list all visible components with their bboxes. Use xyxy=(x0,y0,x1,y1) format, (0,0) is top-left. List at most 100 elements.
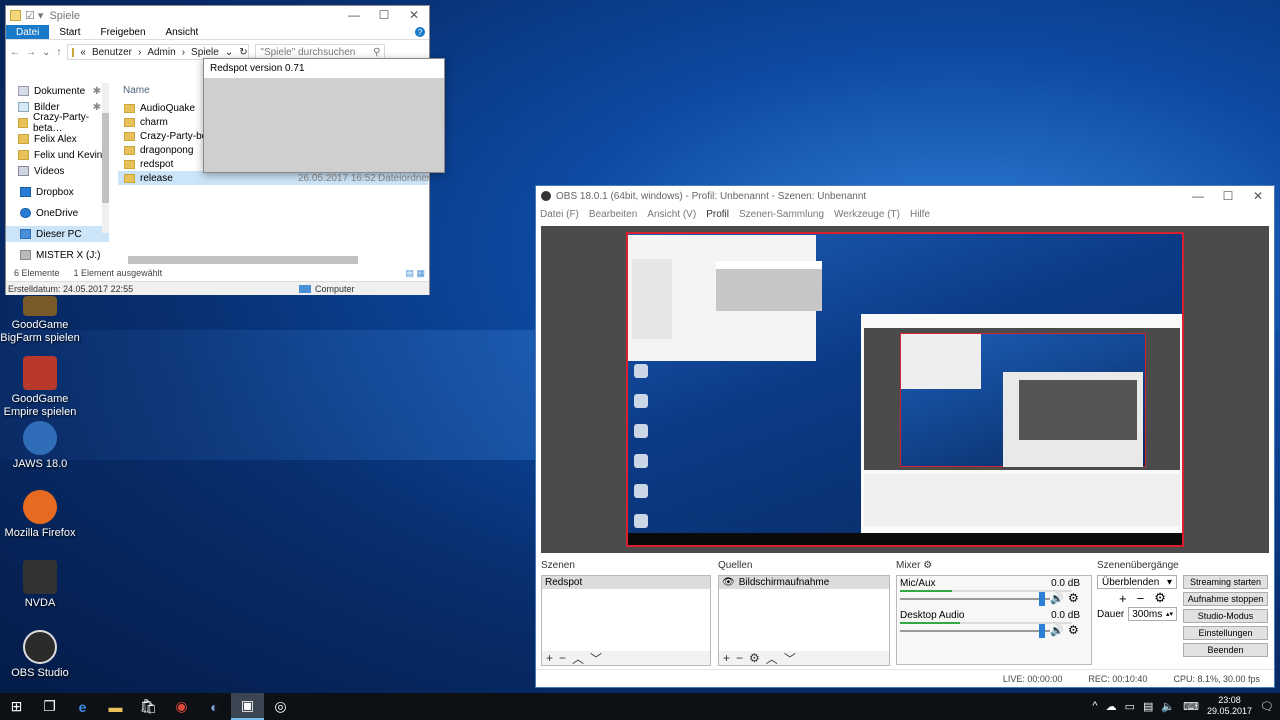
nav-item-crazy-party[interactable]: Crazy-Party-beta… xyxy=(6,112,109,134)
view-toggle-icons[interactable]: ▤ ▦ xyxy=(405,268,425,279)
speaker-icon[interactable]: 🔊 xyxy=(1050,624,1064,637)
minimize-icon[interactable]: — xyxy=(340,8,368,22)
close-icon[interactable]: ✕ xyxy=(400,8,428,22)
navigation-scrollbar[interactable] xyxy=(102,83,109,233)
obs-titlebar[interactable]: OBS 18.0.1 (64bit, windows) - Profil: Un… xyxy=(536,186,1274,206)
add-icon[interactable]: + xyxy=(723,651,730,665)
explorer-titlebar[interactable]: ☑ ▾ Spiele — ☐ ✕ xyxy=(6,6,429,25)
settings-button[interactable]: Einstellungen xyxy=(1183,626,1268,640)
chevron-down-icon[interactable]: ⌄ xyxy=(225,47,233,58)
menu-bearbeiten[interactable]: Bearbeiten xyxy=(589,209,637,220)
breadcrumb-overflow[interactable]: « xyxy=(80,47,86,58)
move-down-icon[interactable]: ﹀ xyxy=(590,650,602,667)
nav-item-onedrive[interactable]: OneDrive xyxy=(6,205,109,221)
scrollbar-thumb[interactable] xyxy=(102,113,109,203)
nav-item-dokumente[interactable]: Dokumente ✱ xyxy=(6,83,109,99)
nav-item-dropbox[interactable]: Dropbox xyxy=(6,184,109,200)
menu-hilfe[interactable]: Hilfe xyxy=(910,209,930,220)
tab-start[interactable]: Start xyxy=(49,25,90,39)
volume-icon[interactable]: 🔈 xyxy=(1161,700,1175,713)
taskbar-jaws[interactable]: ◐ xyxy=(198,693,231,720)
taskbar-explorer[interactable]: ▬ xyxy=(99,693,132,720)
duration-input[interactable]: 300ms ▴▾ xyxy=(1128,607,1177,621)
gear-icon[interactable]: ⚙ xyxy=(1068,591,1079,605)
keyboard-icon[interactable]: ⌨ xyxy=(1183,700,1199,713)
back-arrow-icon[interactable]: ← xyxy=(10,47,20,58)
recent-locations-icon[interactable]: ⌄ xyxy=(42,47,50,58)
gear-icon[interactable]: ⚙ xyxy=(1154,590,1166,606)
add-icon[interactable]: + xyxy=(1119,591,1127,606)
network-icon[interactable]: ▤ xyxy=(1143,700,1153,713)
onedrive-icon[interactable]: ☁ xyxy=(1106,700,1117,713)
remove-icon[interactable]: − xyxy=(1137,591,1145,606)
up-arrow-icon[interactable]: ↑ xyxy=(56,47,61,58)
nav-item-dieser-pc[interactable]: Dieser PC xyxy=(6,226,109,242)
move-up-icon[interactable]: ︿ xyxy=(766,650,778,667)
minimize-icon[interactable]: — xyxy=(1184,189,1212,203)
desktop-icon-obs[interactable]: OBS Studio xyxy=(0,630,80,680)
exit-button[interactable]: Beenden xyxy=(1183,643,1268,657)
menu-werkzeuge[interactable]: Werkzeuge (T) xyxy=(834,209,900,220)
obs-preview[interactable] xyxy=(541,226,1269,553)
clock[interactable]: 23:08 29.05.2017 xyxy=(1207,695,1252,717)
desktop-icon-bigfarm[interactable]: GoodGame BigFarm spielen xyxy=(0,296,80,345)
forward-arrow-icon[interactable]: → xyxy=(26,47,36,58)
taskbar-obs[interactable]: ◎ xyxy=(264,693,297,720)
volume-slider-handle[interactable] xyxy=(1039,592,1045,606)
taskbar-edge[interactable]: e xyxy=(66,693,99,720)
close-icon[interactable]: ✕ xyxy=(1244,189,1272,203)
tab-datei[interactable]: Datei xyxy=(6,25,50,39)
menu-profil[interactable]: Profil xyxy=(706,209,729,220)
spinner-icon[interactable]: ▴▾ xyxy=(1166,610,1173,618)
start-button[interactable]: ⊞ xyxy=(0,693,33,720)
sources-list[interactable]: 👁 Bildschirmaufnahme xyxy=(718,575,890,652)
refresh-icon[interactable]: ↻ xyxy=(239,47,247,58)
task-view-button[interactable]: ❐ xyxy=(33,693,66,720)
nav-item-videos[interactable]: Videos xyxy=(6,163,109,179)
gear-icon[interactable]: ⚙ xyxy=(1068,623,1079,637)
desktop-icon-firefox[interactable]: Mozilla Firefox xyxy=(0,490,80,540)
notifications-icon[interactable]: 🗨 xyxy=(1260,700,1274,713)
desktop-icon-nvda[interactable]: NVDA xyxy=(0,560,80,610)
desktop-icon-empire[interactable]: GoodGame Empire spielen xyxy=(0,356,80,419)
start-streaming-button[interactable]: Streaming starten xyxy=(1183,575,1268,589)
gear-icon[interactable]: ⚙ xyxy=(923,560,932,571)
breadcrumb-benutzer[interactable]: Benutzer xyxy=(92,47,132,58)
taskbar-chrome[interactable]: ◉ xyxy=(165,693,198,720)
tab-ansicht[interactable]: Ansicht xyxy=(156,25,209,39)
volume-slider[interactable] xyxy=(900,630,1050,632)
taskbar-store[interactable]: 🛍 xyxy=(132,693,165,720)
scrollbar-thumb[interactable] xyxy=(128,256,358,264)
add-icon[interactable]: + xyxy=(546,651,553,665)
source-item[interactable]: 👁 Bildschirmaufnahme xyxy=(719,576,889,589)
nav-item-felix-und-kevin[interactable]: Felix und Kevin xyxy=(6,147,109,163)
scene-item[interactable]: Redspot xyxy=(542,576,710,589)
move-down-icon[interactable]: ﹀ xyxy=(784,650,796,667)
volume-slider-handle[interactable] xyxy=(1039,624,1045,638)
horizontal-scrollbar[interactable] xyxy=(118,256,428,264)
redspot-window[interactable]: Redspot version 0.71 xyxy=(203,58,445,173)
battery-icon[interactable]: ▭ xyxy=(1125,700,1135,713)
help-icon[interactable]: ? xyxy=(415,27,425,37)
breadcrumb-spiele[interactable]: Spiele xyxy=(191,47,219,58)
maximize-icon[interactable]: ☐ xyxy=(370,8,398,22)
desktop-icon-jaws[interactable]: JAWS 18.0 xyxy=(0,421,80,471)
breadcrumb-admin[interactable]: Admin xyxy=(147,47,175,58)
show-hidden-icons-icon[interactable]: ^ xyxy=(1092,700,1097,712)
eye-icon[interactable]: 👁 xyxy=(722,577,735,588)
remove-icon[interactable]: − xyxy=(559,651,566,665)
move-up-icon[interactable]: ︿ xyxy=(572,650,584,667)
menu-szenen-sammlung[interactable]: Szenen-Sammlung xyxy=(739,209,824,220)
menu-datei[interactable]: Datei (F) xyxy=(540,209,579,220)
speaker-icon[interactable]: 🔊 xyxy=(1050,592,1064,605)
studio-mode-button[interactable]: Studio-Modus xyxy=(1183,609,1268,623)
volume-slider[interactable] xyxy=(900,598,1050,600)
stop-recording-button[interactable]: Aufnahme stoppen xyxy=(1183,592,1268,606)
taskbar-redspot[interactable]: ▣ xyxy=(231,693,264,720)
gear-icon[interactable]: ⚙ xyxy=(749,651,760,665)
transition-select[interactable]: Überblenden ▾ xyxy=(1097,575,1177,589)
tab-freigeben[interactable]: Freigeben xyxy=(90,25,155,39)
file-row-selected[interactable]: release 26.05.2017 16:52 Dateiordner xyxy=(118,171,430,185)
nav-item-mister-x[interactable]: MISTER X (J:) xyxy=(6,247,109,263)
menu-ansicht[interactable]: Ansicht (V) xyxy=(647,209,696,220)
